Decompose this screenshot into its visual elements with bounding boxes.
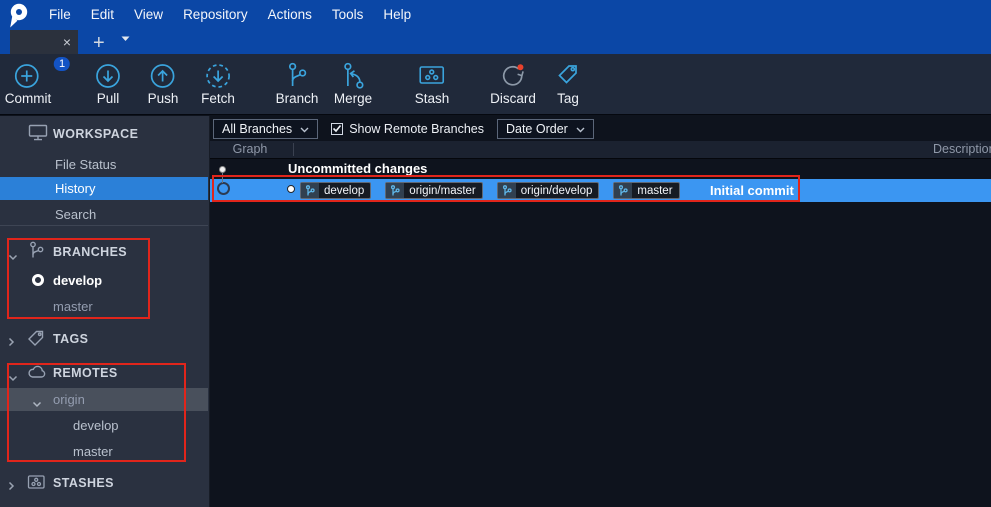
app-body: WORKSPACE File Status History Search bbox=[0, 116, 991, 507]
branch-icon bbox=[276, 60, 319, 90]
discard-button[interactable]: Discard bbox=[490, 60, 536, 106]
sidebar-branch-develop[interactable]: develop bbox=[0, 268, 208, 292]
tag-icon bbox=[553, 60, 583, 90]
branch-icon bbox=[386, 183, 404, 198]
push-icon bbox=[148, 60, 179, 90]
sidebar-section-workspace[interactable]: WORKSPACE bbox=[0, 122, 208, 146]
ref-badge-origin-develop: origin/develop bbox=[497, 182, 600, 199]
sidebar-section-remotes[interactable]: REMOTES bbox=[0, 361, 208, 385]
commit-button[interactable]: 1 Commit bbox=[5, 60, 52, 106]
tag-icon bbox=[27, 329, 46, 350]
branch-icon bbox=[301, 183, 319, 198]
branch-icon bbox=[614, 183, 632, 198]
chevron-down-icon[interactable] bbox=[8, 249, 18, 264]
column-header-description: Description bbox=[933, 141, 991, 158]
sidebar-branch-master[interactable]: master bbox=[0, 294, 208, 318]
stash-button[interactable]: Stash bbox=[415, 60, 450, 106]
pull-icon bbox=[93, 60, 123, 90]
branch-icon bbox=[498, 183, 516, 198]
fetch-icon bbox=[201, 60, 235, 90]
monitor-icon bbox=[28, 124, 48, 144]
stash-icon bbox=[27, 474, 46, 493]
sidebar-section-stashes[interactable]: STASHES bbox=[0, 471, 208, 495]
sidebar-remote-branch-master[interactable]: master bbox=[0, 439, 208, 463]
show-remote-branches-option: Show Remote Branches bbox=[331, 122, 484, 136]
menu-items: File Edit View Repository Actions Tools … bbox=[39, 0, 421, 30]
sidebar: WORKSPACE File Status History Search bbox=[0, 116, 210, 507]
ref-badge-develop: develop bbox=[300, 182, 371, 199]
branch-icon bbox=[27, 241, 45, 263]
head-indicator-icon bbox=[287, 185, 295, 193]
column-header-graph: Graph bbox=[210, 141, 290, 158]
show-remote-branches-checkbox[interactable] bbox=[331, 123, 343, 135]
menu-actions[interactable]: Actions bbox=[258, 0, 322, 30]
commit-message: Initial commit bbox=[710, 179, 794, 202]
commit-icon: 1 bbox=[5, 60, 52, 90]
branch-button[interactable]: Branch bbox=[276, 60, 319, 106]
chevron-right-icon[interactable] bbox=[8, 335, 15, 350]
chevron-right-icon[interactable] bbox=[8, 479, 15, 494]
sourcetree-logo-icon bbox=[7, 2, 31, 30]
ref-badge-origin-master: origin/master bbox=[385, 182, 482, 199]
sidebar-remote-origin[interactable]: origin bbox=[0, 388, 208, 411]
tab-bar: × + bbox=[0, 30, 991, 54]
history-filter-bar: All Branches Show Remote Branches Date O… bbox=[210, 116, 991, 141]
sidebar-item-file-status[interactable]: File Status bbox=[0, 152, 208, 176]
menu-edit[interactable]: Edit bbox=[81, 0, 124, 30]
chevron-down-icon bbox=[300, 122, 309, 136]
repository-tab[interactable]: × bbox=[10, 30, 78, 54]
close-tab-icon[interactable]: × bbox=[63, 35, 71, 49]
sidebar-item-search[interactable]: Search bbox=[0, 202, 208, 226]
pull-button[interactable]: Pull bbox=[93, 60, 123, 106]
chevron-down-icon[interactable] bbox=[8, 370, 18, 385]
sidebar-section-branches[interactable]: BRANCHES bbox=[0, 240, 208, 264]
sourcetree-window: File Edit View Repository Actions Tools … bbox=[0, 0, 991, 507]
tag-button[interactable]: Tag bbox=[553, 60, 583, 106]
chevron-down-icon bbox=[576, 122, 585, 136]
sort-order-dropdown[interactable]: Date Order bbox=[497, 119, 594, 139]
menu-help[interactable]: Help bbox=[373, 0, 421, 30]
menu-repository[interactable]: Repository bbox=[173, 0, 258, 30]
graph-connector-line bbox=[222, 173, 223, 183]
fetch-button[interactable]: Fetch bbox=[201, 60, 235, 106]
new-tab-button[interactable]: + bbox=[93, 32, 105, 54]
merge-icon bbox=[334, 60, 372, 90]
menu-view[interactable]: View bbox=[124, 0, 173, 30]
current-branch-icon bbox=[32, 274, 44, 286]
commit-count-badge: 1 bbox=[54, 57, 70, 71]
discard-icon bbox=[490, 60, 536, 90]
uncommitted-changes-row[interactable]: Uncommitted changes bbox=[210, 159, 991, 179]
stash-icon bbox=[415, 60, 450, 90]
history-column-headers: Graph Description bbox=[210, 141, 991, 159]
commit-row-selected[interactable]: develop origin/master origin/develop bbox=[210, 179, 991, 202]
tab-list-caret-icon[interactable] bbox=[121, 30, 130, 45]
menu-file[interactable]: File bbox=[39, 0, 81, 30]
column-divider[interactable] bbox=[293, 143, 294, 156]
push-button[interactable]: Push bbox=[148, 60, 179, 106]
cloud-icon bbox=[27, 364, 47, 382]
merge-button[interactable]: Merge bbox=[334, 60, 372, 106]
sidebar-divider bbox=[0, 225, 208, 226]
branch-filter-dropdown[interactable]: All Branches bbox=[213, 119, 318, 139]
sidebar-section-tags[interactable]: TAGS bbox=[0, 327, 208, 351]
history-panel: All Branches Show Remote Branches Date O… bbox=[210, 116, 991, 507]
chevron-down-icon[interactable] bbox=[32, 396, 42, 411]
sidebar-item-history[interactable]: History bbox=[0, 177, 208, 200]
sidebar-remote-branch-develop[interactable]: develop bbox=[0, 413, 208, 437]
menu-tools[interactable]: Tools bbox=[322, 0, 374, 30]
graph-node-icon bbox=[219, 166, 226, 173]
toolbar: 1 Commit Pull Push bbox=[0, 54, 991, 115]
graph-node-icon bbox=[217, 182, 230, 195]
branch-ref-badges: develop origin/master origin/develop bbox=[300, 182, 680, 199]
menu-bar: File Edit View Repository Actions Tools … bbox=[0, 0, 991, 30]
ref-badge-master: master bbox=[613, 182, 679, 199]
